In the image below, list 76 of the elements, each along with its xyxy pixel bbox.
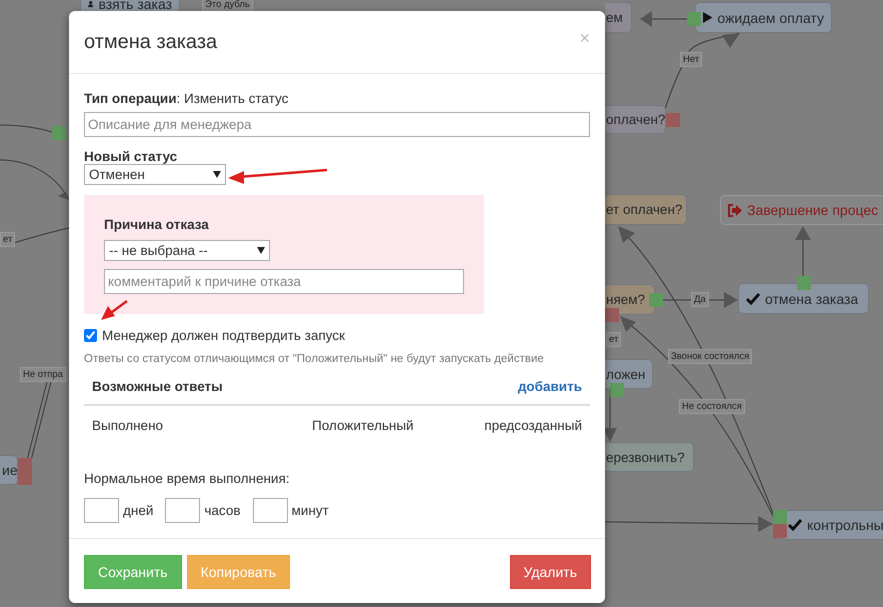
answer-name: Выполнено xyxy=(92,418,164,433)
action-button[interactable]: Удалить xyxy=(510,555,591,589)
connection-port[interactable] xyxy=(649,293,663,307)
connector-arrow xyxy=(640,11,688,27)
unit-label: минут xyxy=(292,503,329,518)
connection-port[interactable] xyxy=(18,458,32,472)
node-label: оплачен? xyxy=(606,112,666,127)
edge-label: Не состоялся xyxy=(679,399,745,414)
connection-port[interactable] xyxy=(666,113,680,127)
node-label: ложен xyxy=(606,366,646,382)
node-label: ожидаем оплату xyxy=(717,10,824,26)
answer-type: предсозданный xyxy=(483,418,582,433)
hint-text: Ответы со статусом отличающимся от "Положительный" не будут запускать действие xyxy=(84,353,545,365)
action-button[interactable]: Сохранить xyxy=(84,555,182,589)
flow-node[interactable]: ожидаем оплату xyxy=(695,2,832,33)
connection-port[interactable] xyxy=(605,308,619,322)
reason-select[interactable]: -- не выбрана -- xyxy=(104,240,270,261)
node-label: ет оплачен? xyxy=(606,202,682,217)
connection-port[interactable] xyxy=(687,12,701,26)
connector-arrow xyxy=(795,226,811,276)
dialog-title: отмена заказа xyxy=(84,31,218,54)
annotation-arrow xyxy=(101,300,128,320)
node-label: ем xyxy=(606,10,623,25)
node-label: Завершение процес xyxy=(747,202,878,218)
node-label: ерезвонить? xyxy=(606,450,685,464)
play-icon xyxy=(703,11,712,24)
answer-status: Положительный xyxy=(312,418,415,433)
edge-label: ет xyxy=(606,332,622,347)
node-label: ие xyxy=(2,462,18,478)
caret-icon xyxy=(213,171,221,178)
flow-node[interactable]: ем xyxy=(605,2,632,33)
edge-label: Это дубль xyxy=(202,0,253,12)
unit-label: часов xyxy=(204,503,241,518)
edge-label: Да xyxy=(691,292,709,307)
edge-label: ет xyxy=(0,232,16,247)
connection-port[interactable] xyxy=(773,510,787,524)
edge-label: Не отпра xyxy=(20,367,66,382)
operation-type: Тип операции: Изменить статус xyxy=(84,91,290,106)
connection-port[interactable] xyxy=(52,126,66,140)
edge-label: Звонок состоялся xyxy=(668,349,752,364)
node-label: контрольны xyxy=(807,517,883,533)
caret-icon xyxy=(257,247,265,254)
flow-node[interactable]: оплачен? xyxy=(605,105,666,134)
status-select[interactable]: Отменен xyxy=(84,164,226,185)
connection-port[interactable] xyxy=(797,276,811,290)
flow-node[interactable]: ложен xyxy=(605,359,653,389)
time-label: Нормальное время выполнения: xyxy=(84,471,291,486)
node-label: отмена заказа xyxy=(765,290,858,306)
flow-node[interactable]: ие xyxy=(0,455,18,485)
unit-label: дней xyxy=(123,503,154,518)
add-link[interactable]: добавить xyxy=(518,379,582,394)
time-field[interactable] xyxy=(165,498,200,523)
time-field[interactable] xyxy=(84,498,119,523)
flow-node[interactable]: ет оплачен? xyxy=(605,194,687,225)
description-field[interactable]: Описание для менеджера xyxy=(84,112,590,137)
flow-node[interactable]: Завершение процес xyxy=(720,195,883,225)
check-icon xyxy=(746,292,760,304)
field-label: Причина отказа xyxy=(104,217,210,232)
flow-node[interactable]: ерезвонить? xyxy=(605,442,694,472)
node-label: взять заказ xyxy=(98,0,172,12)
exit-icon xyxy=(728,204,742,216)
check-icon xyxy=(788,519,802,531)
checkbox-label: Менеджер должен подтвердить запуск xyxy=(102,328,345,343)
edge-label: Нет xyxy=(680,52,702,67)
node-label: няем? xyxy=(606,292,646,307)
time-field[interactable] xyxy=(252,498,288,523)
connection-port[interactable] xyxy=(610,383,624,397)
connection-port[interactable] xyxy=(773,524,787,538)
confirm-checkbox[interactable] xyxy=(84,329,97,342)
flow-node[interactable]: отмена заказа xyxy=(738,283,869,314)
connection-port[interactable] xyxy=(18,471,32,485)
field-label: Новый статус xyxy=(84,149,178,164)
section-title: Возможные ответы xyxy=(92,379,223,394)
comment-field[interactable]: комментарий к причине отказа xyxy=(104,269,464,294)
connector-arrow xyxy=(0,160,69,200)
flow-node[interactable]: контрольны xyxy=(780,510,883,540)
